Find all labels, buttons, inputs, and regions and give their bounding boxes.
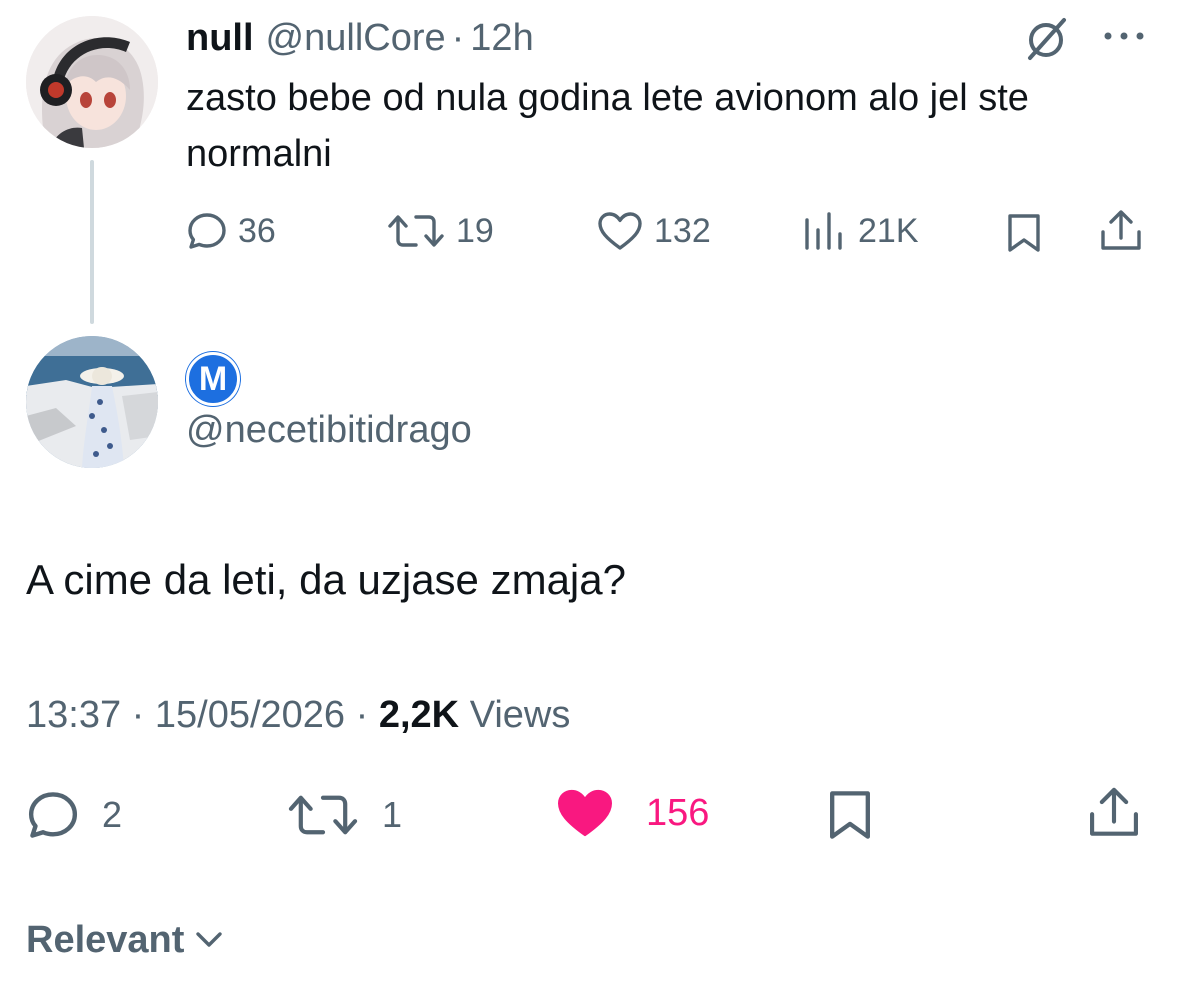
views-icon [805,212,842,250]
views-count[interactable]: 2,2K [379,694,459,736]
author-handle[interactable]: @nullCore [266,14,446,62]
tweet-time[interactable]: 12h [470,14,533,62]
like-icon-filled [557,789,612,837]
reply-share-button[interactable] [1086,787,1142,838]
reply-tweet-text: A cime da leti, da uzjase zmaja? [26,556,626,603]
parent-tweet-header: null @nullCore · 12h [186,14,534,62]
like-count: 132 [654,212,711,250]
thread-connector-line [90,160,94,324]
reply-like-button[interactable]: 156 [554,788,709,838]
retweet-icon [288,795,358,835]
parent-like-button[interactable]: 132 [596,206,711,256]
parent-reply-button[interactable]: 36 [186,206,276,256]
parent-retweet-button[interactable]: 19 [386,206,494,256]
bookmark-icon [1008,214,1040,252]
reply-icon [28,792,78,838]
like-icon [598,212,642,250]
bookmark-icon [830,791,870,839]
retweet-count: 1 [382,794,403,835]
sort-dropdown[interactable]: Relevant [26,912,224,968]
reply-icon [188,213,226,249]
separator-dot: · [451,17,465,59]
parent-bookmark-button[interactable] [1004,208,1044,258]
reply-author-handle[interactable]: @necetibitidrago [186,405,472,455]
tweet-date[interactable]: 15/05/2026 [155,694,345,736]
reply-bookmark-button[interactable] [824,790,876,840]
sort-label: Relevant [26,918,185,961]
parent-share-button[interactable] [1098,206,1144,256]
author-name[interactable]: null [186,14,254,62]
share-icon [1090,787,1138,836]
retweet-icon [388,215,444,247]
separator-dot: · [131,694,145,736]
reply-avatar[interactable] [26,336,158,468]
affiliate-badge[interactable]: M [186,352,240,406]
retweet-count: 19 [456,212,494,250]
parent-views-button[interactable]: 21K [800,206,919,256]
share-icon [1101,210,1141,250]
chevron-down-icon [196,932,223,947]
avatar-photo-image [26,336,158,468]
views-label[interactable]: Views [470,694,571,736]
views-count: 21K [858,212,919,250]
like-count: 156 [646,792,710,834]
reply-count: 2 [102,794,123,835]
separator-dot: · [355,694,369,736]
reply-reply-button[interactable]: 2 [26,790,122,840]
reply-retweet-button[interactable]: 1 [286,790,402,840]
tweet-time[interactable]: 13:37 [26,694,121,736]
parent-tweet-text: zasto bebe od nula godina lete avionom a… [186,77,1029,175]
parent-avatar[interactable] [26,16,158,148]
reply-count: 36 [238,212,276,250]
more-icon[interactable] [1100,24,1150,48]
tweet-meta-row: 13:37 · 15/05/2026 · 2,2K Views [26,690,570,740]
avatar-anime-image [26,16,158,148]
grok-icon[interactable] [1022,14,1072,64]
